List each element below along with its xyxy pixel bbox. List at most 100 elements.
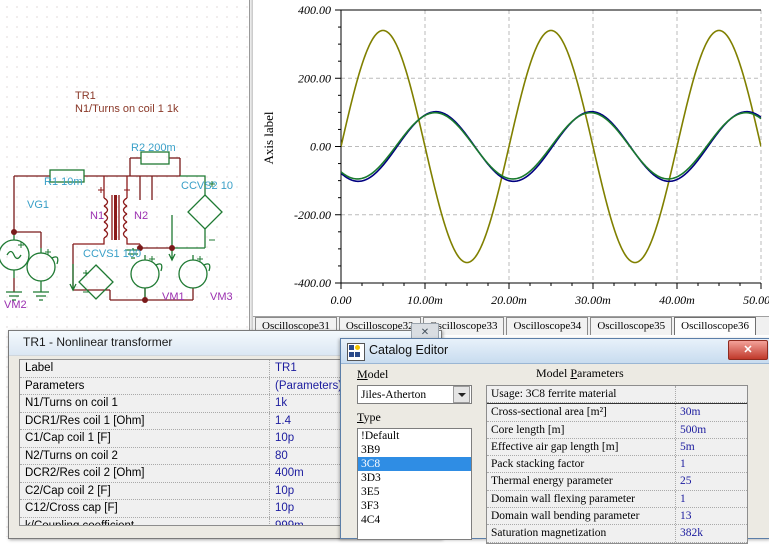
property-value[interactable]: 10p — [270, 430, 294, 447]
property-value[interactable]: 1.4 — [270, 413, 291, 430]
list-item[interactable]: !Default — [358, 429, 471, 443]
parameter-name: Pack stacking factor — [487, 456, 676, 473]
tab-oscilloscope34[interactable]: Oscilloscope34 — [506, 317, 589, 335]
table-row[interactable]: Domain wall flexing parameter 1 — [487, 490, 747, 509]
list-item[interactable]: 3D3 — [358, 471, 471, 485]
table-row[interactable]: Pack stacking factor 1 — [487, 456, 747, 474]
chevron-down-icon[interactable] — [453, 386, 470, 403]
list-item[interactable]: 3C8 — [358, 457, 471, 471]
svg-text:200.00: 200.00 — [298, 71, 331, 85]
parameter-value[interactable]: 30m — [676, 404, 700, 420]
type-label: Type — [357, 410, 381, 424]
parameter-name: Domain wall flexing parameter — [487, 490, 676, 508]
label-vg1: VG1 — [27, 199, 50, 211]
property-name: C2/Cap coil 2 [F] — [20, 482, 270, 499]
parameter-name: Effective air gap length [m] — [487, 438, 676, 456]
label-vm3: VM3 — [210, 291, 233, 303]
label-r1: R1 10m — [44, 176, 83, 188]
model-label: Model — [357, 367, 389, 381]
label-vm2: VM2 — [4, 299, 27, 311]
table-row[interactable]: Cross-sectional area [m²] 30m — [487, 403, 747, 422]
property-value[interactable]: 1k — [270, 395, 287, 412]
list-item[interactable]: 3B9 — [358, 443, 471, 457]
parameter-value[interactable]: 382k — [676, 525, 703, 541]
property-name: k/Coupling coefficient — [20, 517, 270, 525]
parameter-value[interactable] — [676, 386, 680, 402]
svg-text:0.00: 0.00 — [331, 293, 352, 307]
parameter-value[interactable]: 5m — [676, 439, 695, 455]
table-row[interactable]: Usage: 3C8 ferrite material — [487, 386, 747, 404]
parameter-name: Cross-sectional area [m²] — [487, 404, 676, 421]
tab-label: Oscilloscope36 — [681, 320, 749, 332]
type-listbox[interactable]: !Default 3B9 3C8 3D3 3E5 3F3 4C4 — [357, 428, 472, 540]
property-value[interactable]: 80 — [270, 448, 288, 465]
parameter-name: Usage: 3C8 ferrite material — [487, 386, 676, 403]
catalog-icon — [347, 343, 365, 361]
property-name: DCR2/Res coil 2 [Ohm] — [20, 465, 270, 482]
list-item[interactable]: 3F3 — [358, 499, 471, 513]
parameter-value[interactable]: 25 — [676, 473, 692, 489]
oscilloscope-plot[interactable]: 400.00 200.00 0.00 -200.00 -400.00 0.00 10.00m… — [253, 0, 769, 316]
list-item[interactable]: 4C4 — [358, 513, 471, 527]
table-row[interactable]: Saturation magnetization 382k — [487, 525, 747, 543]
svg-text:-400.00: -400.00 — [294, 276, 331, 290]
label-n1: N1 — [90, 210, 105, 222]
label-r2: R2 200m — [131, 142, 176, 154]
label-tr1-turns: N1/Turns on coil 1 1k — [75, 103, 179, 115]
close-icon[interactable]: ✕ — [728, 340, 768, 360]
tab-oscilloscope35[interactable]: Oscilloscope35 — [590, 317, 673, 335]
property-value[interactable]: TR1 — [270, 360, 297, 377]
parameter-value[interactable]: 500m — [676, 422, 706, 438]
property-name: C12/Cross cap [F] — [20, 500, 270, 517]
property-name: N2/Turns on coil 2 — [20, 447, 270, 464]
svg-text:50.00m: 50.00m — [743, 293, 769, 307]
label-tr1: TR1 — [75, 90, 96, 102]
model-dropdown-value: Jiles-Atherton — [361, 388, 427, 401]
parameter-value[interactable]: 1 — [676, 491, 686, 507]
plot-canvas: 400.00200.000.00-200.00-400.000.00 10.00m… — [294, 3, 769, 307]
property-value[interactable]: 10p — [270, 483, 294, 500]
property-name: Label — [20, 360, 270, 377]
parameter-value[interactable]: 1 — [676, 456, 686, 472]
model-parameters-grid[interactable]: Usage: 3C8 ferrite material Cross-section… — [486, 385, 748, 544]
parameter-name: Domain wall bending parameter — [487, 508, 676, 525]
property-value[interactable]: 999m — [270, 518, 304, 526]
svg-text:30.00m: 30.00m — [574, 293, 611, 307]
tab-label: Oscilloscope35 — [597, 320, 666, 332]
label-vm1: VM1 — [162, 291, 185, 303]
tab-label: Oscilloscope34 — [513, 320, 582, 332]
property-value[interactable]: 400m — [270, 465, 304, 482]
property-name: N1/Turns on coil 1 — [20, 395, 270, 412]
svg-text:10.00m: 10.00m — [407, 293, 443, 307]
model-parameters-header: Model Parameters — [536, 366, 624, 380]
property-name: C1/Cap coil 1 [F] — [20, 430, 270, 447]
model-dropdown[interactable]: Jiles-Atherton — [357, 385, 472, 404]
svg-text:20.00m: 20.00m — [491, 293, 527, 307]
svg-text:-200.00: -200.00 — [294, 208, 331, 222]
table-row[interactable]: Thermal energy parameter 25 — [487, 473, 747, 491]
svg-text:400.00: 400.00 — [298, 3, 331, 17]
tab-oscilloscope36[interactable]: Oscilloscope36 — [674, 317, 756, 335]
parameter-value[interactable]: 13 — [676, 508, 692, 524]
parameter-name: Saturation magnetization — [487, 525, 676, 542]
y-axis-title: Axis label — [261, 111, 276, 165]
parameter-name: Core length [m] — [487, 421, 676, 438]
catalog-editor-dialog[interactable]: Catalog Editor ✕ Model Jiles-Atherton Ty… — [340, 338, 769, 544]
catalog-editor-titlebar[interactable]: Catalog Editor ✕ — [341, 339, 769, 364]
table-row[interactable]: Core length [m] 500m — [487, 421, 747, 439]
label-ccvs1: CCVS1 100 — [83, 248, 142, 260]
property-value[interactable]: (Parameters) — [270, 378, 342, 395]
table-row[interactable]: Effective air gap length [m] 5m — [487, 438, 747, 457]
list-item[interactable]: 3E5 — [358, 485, 471, 499]
table-row[interactable]: Domain wall bending parameter 13 — [487, 508, 747, 526]
schematic-drawing — [0, 151, 223, 303]
property-name: DCR1/Res coil 1 [Ohm] — [20, 412, 270, 429]
property-name: Parameters — [20, 377, 270, 394]
label-ccvs2: CCVS2 10 — [181, 180, 233, 192]
tr1-dialog-title: TR1 - Nonlinear transformer — [23, 335, 173, 349]
svg-text:40.00m: 40.00m — [659, 293, 695, 307]
parameter-name: Thermal energy parameter — [487, 473, 676, 490]
catalog-editor-title: Catalog Editor — [369, 343, 449, 357]
label-n2: N2 — [134, 210, 149, 222]
property-value[interactable]: 10p — [270, 500, 294, 517]
